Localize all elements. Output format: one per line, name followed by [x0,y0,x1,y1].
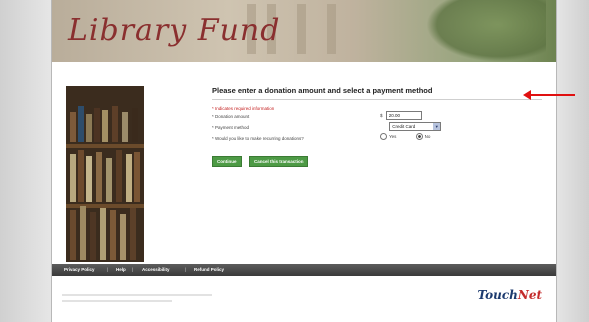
book-spine [126,154,132,202]
book-spine [110,210,116,260]
radio-yes-label: Yes [389,133,397,139]
banner-tree [426,0,546,62]
radio-no[interactable] [415,133,423,140]
payment-method-group: Credit Card ▼ [380,122,442,131]
footer-separator: | [107,267,109,272]
touchnet-logo: TouchNet [478,288,542,302]
page-footer: TouchNet [52,276,556,322]
currency-symbol: $ [380,112,383,118]
left-margin [0,0,51,322]
recurring-yes-option[interactable]: Yes [380,133,398,140]
recurring-options: Yes No [380,133,448,140]
book-spine [86,114,92,142]
book-spine [120,214,126,260]
footer-separator: | [185,267,187,272]
footer-link-accessibility[interactable]: Accessibility [142,267,170,272]
book-spine [80,206,86,260]
book-spine [78,106,84,142]
form-buttons: Continue Cancel this transaction [212,150,542,168]
touchnet-logo-text: Touch [477,288,518,302]
right-margin [555,0,589,322]
payment-method-label: * Payment method [212,125,250,130]
book-spine [86,156,92,202]
main-content: Please enter a donation amount and selec… [52,62,556,262]
heading-divider [212,99,542,100]
book-spine [102,110,108,142]
footer-separator: | [132,267,134,272]
book-spine [122,112,128,142]
radio-no-label: No [424,133,431,139]
annotation-arrow [529,94,575,96]
banner-pillar [327,4,336,54]
footer-link-privacy[interactable]: Privacy Policy [64,267,95,272]
book-spine [90,212,96,260]
footer-link-help[interactable]: Help [116,267,126,272]
footer-fine-print [62,300,172,302]
book-spine [96,152,102,202]
footer-nav: Privacy Policy | Help | Accessibility | … [52,264,556,276]
book-spine [132,108,138,142]
book-spine [112,106,118,142]
book-spine [70,112,76,142]
donation-amount-group: $ 20.00 [380,111,422,120]
browser-frame: Library Fund Please enter a donation amo… [0,0,589,322]
footer-fine-print [62,294,212,296]
payment-method-select[interactable]: Credit Card ▼ [389,122,442,131]
cancel-button[interactable]: Cancel this transaction [248,156,309,167]
book-spine [70,154,76,202]
payment-method-value: Credit Card [392,124,416,129]
book-spine [134,152,140,202]
book-spine [106,158,112,202]
book-spine [70,210,76,260]
book-spine [94,108,100,142]
book-spine [116,150,122,202]
banner-title: Library Fund [68,13,281,48]
footer-link-refund[interactable]: Refund Policy [194,267,224,272]
touchnet-logo-accent: Net [517,288,542,302]
header-banner: Library Fund [52,0,556,62]
book-spine [78,150,84,202]
shelf-board [66,144,144,148]
banner-pillar [297,4,306,54]
chevron-down-icon[interactable]: ▼ [433,123,441,130]
recurring-no-option[interactable]: No [415,133,431,140]
form-heading: Please enter a donation amount and selec… [212,86,433,95]
recurring-label: * Would you like to make recurring donat… [212,136,304,141]
book-spine [130,208,136,260]
donation-row: * Donation amount $ 20.00 [212,111,542,122]
donation-amount-label: * Donation amount [212,114,250,119]
radio-yes[interactable] [380,133,387,140]
payment-row: * Payment method Credit Card ▼ [212,122,542,133]
donation-form: Please enter a donation amount and selec… [212,86,542,168]
annotation-arrowhead [523,90,531,100]
recurring-row: * Would you like to make recurring donat… [212,133,542,144]
bookshelf-image [66,86,144,262]
book-spine [100,208,106,260]
donation-amount-input[interactable]: 20.00 [385,111,422,120]
page-container: Library Fund Please enter a donation amo… [51,0,557,322]
continue-button[interactable]: Continue [212,156,242,167]
